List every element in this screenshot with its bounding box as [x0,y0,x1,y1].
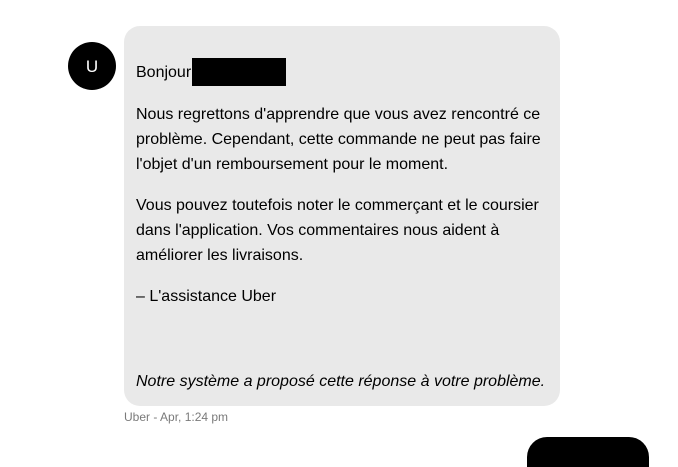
redacted-name-block [192,58,287,86]
message-paragraph-2: Vous pouvez toutefois noter le commerçan… [136,197,539,264]
next-message-bubble-partial [527,437,649,467]
message-bubble: Bonjour Nous regrettons d'apprendre que … [124,26,560,406]
greeting-line: Bonjour [136,58,548,86]
avatar-initial: U [85,56,99,76]
message-signature: – L'assistance Uber [136,288,277,305]
greeting-text: Bonjour [136,63,192,81]
message-paragraph-1: Nous regrettons d'apprendre que vous ave… [136,106,541,173]
chat-thread: U Bonjour Nous regrettons d'apprendre qu… [0,0,678,467]
message-meta: Uber - Apr, 1:24 pm [124,410,229,424]
avatar: U [68,42,116,90]
auto-response-note: Notre système a proposé cette réponse à … [136,373,546,390]
